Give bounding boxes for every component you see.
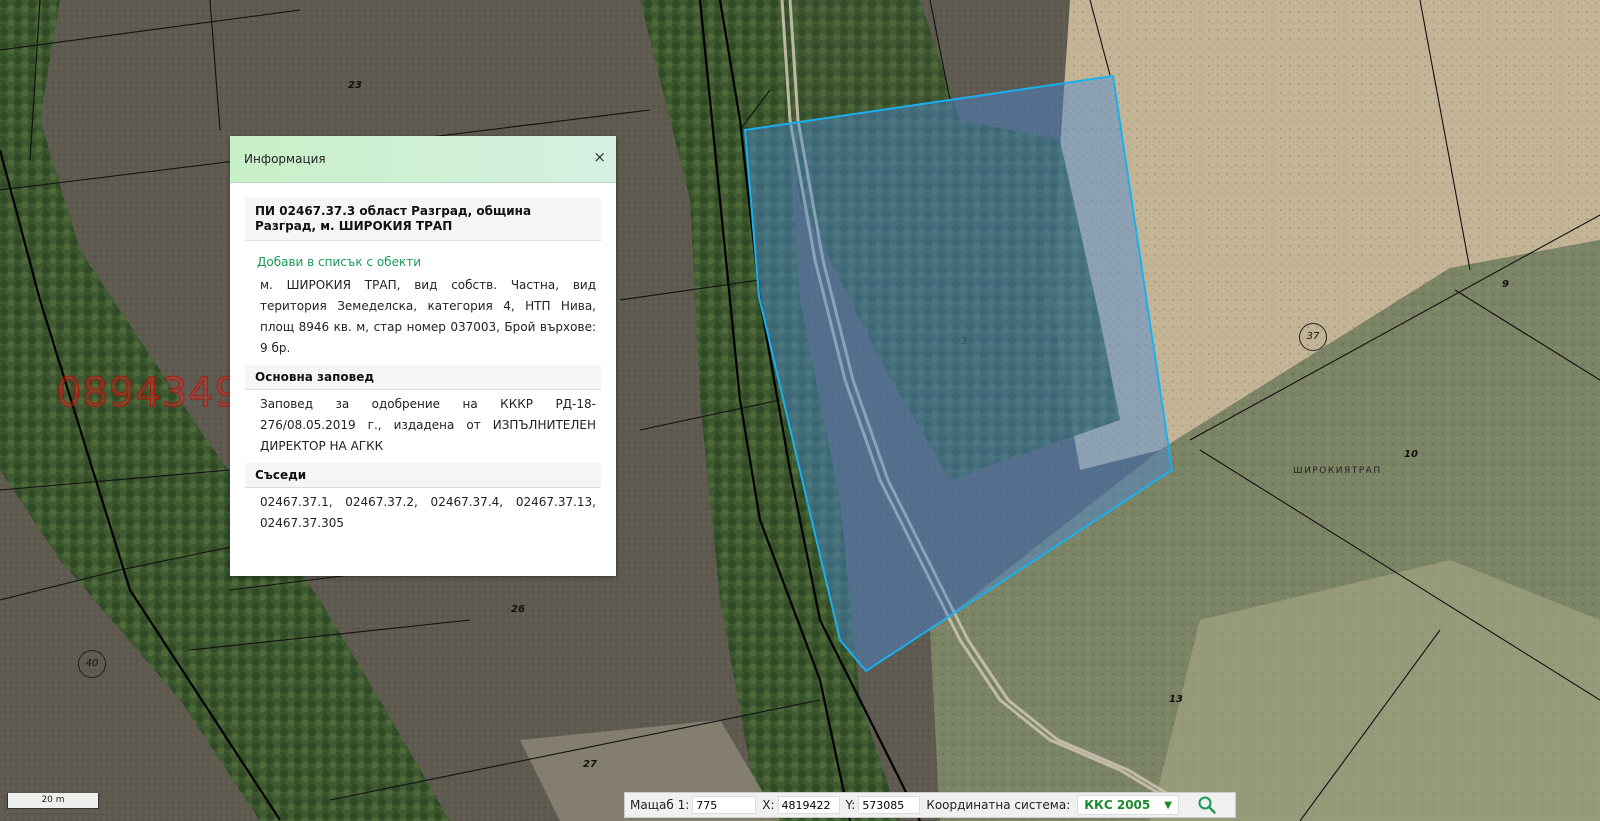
parcel-number-label: 9 bbox=[1502, 279, 1509, 290]
y-coordinate-input[interactable] bbox=[858, 796, 921, 814]
panel-header: Информация × bbox=[230, 136, 616, 183]
x-coordinate-input[interactable] bbox=[777, 796, 840, 814]
close-icon[interactable]: × bbox=[593, 148, 606, 166]
block-number-circle: 40 bbox=[78, 650, 106, 678]
add-to-list-link[interactable]: Добави в списък с обекти bbox=[245, 241, 601, 275]
parcel-description: м. ШИРОКИЯ ТРАП, вид собств. Частна, вид… bbox=[260, 278, 596, 355]
scale-input[interactable] bbox=[692, 796, 757, 814]
panel-body: ПИ 02467.37.3 област Разград, община Раз… bbox=[230, 183, 616, 534]
coordinate-toolbar: Мащаб 1: X: Y: Координатна система: ККС … bbox=[624, 792, 1236, 818]
neighbors-section-title: Съседи bbox=[245, 463, 601, 488]
search-icon[interactable] bbox=[1197, 795, 1217, 815]
crs-value: ККС 2005 bbox=[1084, 798, 1151, 812]
chevron-down-icon: ▼ bbox=[1164, 799, 1172, 811]
parcel-number-label: 23 bbox=[348, 80, 362, 91]
neighbors-text: 02467.37.1, 02467.37.2, 02467.37.4, 0246… bbox=[260, 495, 596, 530]
parcel-number-label: 13 bbox=[1169, 694, 1183, 705]
parcel-number-label: 26 bbox=[511, 604, 525, 615]
parcel-number-label: 10 bbox=[1404, 449, 1418, 460]
y-label: Y: bbox=[845, 798, 856, 812]
block-number-circle: 37 bbox=[1299, 323, 1327, 351]
crs-select[interactable]: ККС 2005 ▼ bbox=[1077, 795, 1179, 815]
parcel-number-label: 3 bbox=[961, 336, 968, 347]
locality-label: ШИРОКИЯТРАП bbox=[1293, 466, 1382, 476]
scale-bar: 20 m bbox=[7, 793, 99, 809]
order-text: Заповед за одобрение на КККР РД-18-276/0… bbox=[260, 397, 596, 453]
parcel-heading: ПИ 02467.37.3 област Разград, община Раз… bbox=[245, 198, 601, 241]
order-section-title: Основна заповед bbox=[245, 365, 601, 390]
scale-label: Мащаб 1: bbox=[630, 798, 690, 812]
crs-label: Координатна система: bbox=[926, 798, 1071, 812]
x-label: X: bbox=[762, 798, 775, 812]
parcel-number-label: 27 bbox=[583, 759, 597, 770]
info-panel: Информация × ПИ 02467.37.3 област Разгра… bbox=[230, 136, 616, 576]
panel-title: Информация bbox=[244, 152, 326, 166]
